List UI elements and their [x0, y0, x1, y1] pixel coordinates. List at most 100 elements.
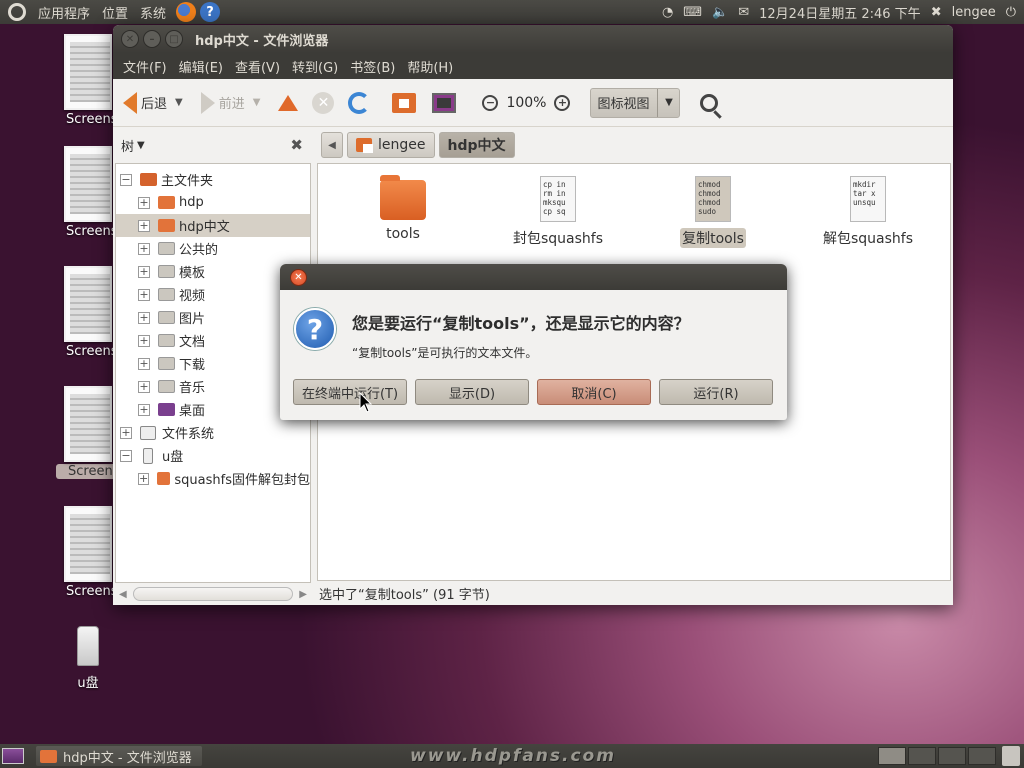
user-name[interactable]: lengee: [952, 5, 996, 20]
trash-icon[interactable]: [1002, 746, 1020, 766]
view-mode-value: 图标视图: [597, 97, 650, 112]
path-back-arrow-icon[interactable]: ◀: [321, 132, 343, 158]
run-button[interactable]: 运行(R): [659, 379, 773, 405]
scrollbar-thumb[interactable]: [132, 587, 294, 601]
workspace-switcher: [878, 747, 996, 765]
file-item-unpack-squashfs[interactable]: mkdir tar x unsqu 解包squashfs: [808, 172, 928, 248]
documents-folder-icon: [158, 334, 175, 347]
tree-item-filesystem[interactable]: + 文件系统: [116, 421, 310, 444]
collapse-icon[interactable]: −: [120, 449, 132, 462]
tree-item-home[interactable]: − 主文件夹: [116, 168, 310, 191]
display-button[interactable]: 显示(D): [415, 379, 529, 405]
collapse-icon[interactable]: −: [120, 173, 132, 186]
ubuntu-logo-icon[interactable]: [8, 3, 26, 21]
clock[interactable]: 12月24日星期五 2:46 下午: [759, 3, 921, 22]
back-button[interactable]: 后退: [123, 91, 167, 114]
tree-item-squashfs[interactable]: + squashfs固件解包封包: [116, 467, 310, 490]
cancel-button[interactable]: 取消(C): [537, 379, 651, 405]
workspace-3[interactable]: [938, 747, 966, 765]
file-item-pack-squashfs[interactable]: cp in rm in mksqu cp sq 封包squashfs: [498, 172, 618, 248]
tree-item-label: 桌面: [179, 404, 206, 419]
chevron-down-icon[interactable]: ▼: [137, 140, 145, 151]
menu-view[interactable]: 查看(V): [229, 57, 286, 76]
menu-go[interactable]: 转到(G): [286, 57, 344, 76]
applications-menu[interactable]: 应用程序: [32, 3, 96, 22]
file-item-copy-tools[interactable]: chmod chmod chmod sudo 复制tools: [653, 172, 773, 248]
zoom-out-icon[interactable]: −: [482, 94, 499, 111]
tree-item-public[interactable]: + 公共的: [116, 237, 310, 260]
dialog-titlebar[interactable]: ✕: [280, 264, 787, 290]
expand-icon[interactable]: +: [138, 242, 150, 255]
power-icon[interactable]: ⏻: [1006, 5, 1016, 20]
tree-item-hdp-chinese[interactable]: + hdp中文: [116, 214, 310, 237]
expand-icon[interactable]: +: [138, 196, 150, 209]
network-icon[interactable]: ◔: [662, 5, 673, 20]
menu-help[interactable]: 帮助(H): [401, 57, 459, 76]
sidebar-horizontal-scrollbar[interactable]: ◀ ▶: [113, 583, 313, 605]
volume-icon[interactable]: 🔈: [712, 5, 728, 20]
breadcrumb-home[interactable]: lengee: [347, 132, 435, 158]
public-folder-icon: [158, 242, 175, 255]
expand-icon[interactable]: +: [138, 219, 150, 232]
expand-icon[interactable]: +: [138, 403, 150, 416]
menu-bookmarks[interactable]: 书签(B): [344, 57, 401, 76]
close-icon[interactable]: ✕: [121, 30, 139, 48]
desktop-screenshot-icon[interactable]: Screens: [54, 34, 122, 127]
scroll-right-icon[interactable]: ▶: [299, 589, 307, 600]
scroll-left-icon[interactable]: ◀: [119, 589, 127, 600]
desktop-usb-drive[interactable]: u盘: [66, 626, 110, 691]
zoom-in-icon[interactable]: +: [554, 94, 571, 111]
menu-file[interactable]: 文件(F): [117, 57, 173, 76]
sidebar-type-select[interactable]: 树: [121, 136, 134, 155]
keyboard-icon[interactable]: ⌨: [683, 5, 702, 20]
up-arrow-icon[interactable]: [278, 94, 299, 111]
run-in-terminal-button[interactable]: 在终端中运行(T): [293, 379, 407, 405]
computer-icon[interactable]: [432, 92, 457, 113]
expand-icon[interactable]: +: [120, 426, 132, 439]
show-desktop-icon[interactable]: [2, 748, 24, 764]
reload-icon[interactable]: [348, 91, 371, 114]
tree-item-hdp[interactable]: + hdp: [116, 191, 310, 214]
minimize-icon[interactable]: –: [143, 30, 161, 48]
desktop-screenshot-icon[interactable]: Screens: [54, 266, 122, 359]
workspace-4[interactable]: [968, 747, 996, 765]
system-menu[interactable]: 系统: [134, 3, 172, 22]
search-icon[interactable]: [700, 93, 719, 112]
workspace-2[interactable]: [908, 747, 936, 765]
desktop-screenshot-icon[interactable]: Screens: [54, 506, 122, 599]
status-bar: 选中了“复制tools” (91 字节): [319, 587, 490, 603]
breadcrumb-current[interactable]: hdp中文: [438, 132, 515, 158]
expand-icon[interactable]: +: [138, 380, 150, 393]
view-mode-select[interactable]: 图标视图 ▼: [590, 87, 681, 118]
expand-icon[interactable]: +: [138, 288, 150, 301]
expand-icon[interactable]: +: [138, 265, 150, 278]
desktop-screenshot-icon[interactable]: Screens: [54, 146, 122, 239]
close-sidebar-icon[interactable]: ✖: [290, 136, 303, 154]
forward-button[interactable]: 前进: [200, 91, 245, 114]
desktop-screenshot-icon[interactable]: Screens: [54, 386, 122, 479]
expand-icon[interactable]: +: [138, 357, 150, 370]
places-menu[interactable]: 位置: [96, 3, 134, 22]
tree-item-label: squashfs固件解包封包: [174, 473, 310, 488]
workspace-1[interactable]: [878, 747, 906, 765]
expand-icon[interactable]: +: [138, 334, 150, 347]
stop-icon[interactable]: ✕: [312, 91, 335, 114]
taskbar-file-browser[interactable]: hdp中文 - 文件浏览器: [36, 746, 202, 766]
usb-drive-label: u盘: [77, 676, 99, 691]
back-history-dropdown[interactable]: ▼: [175, 97, 183, 108]
expand-icon[interactable]: +: [138, 311, 150, 324]
maximize-icon[interactable]: □: [165, 30, 183, 48]
home-folder-icon[interactable]: [392, 92, 417, 113]
firefox-icon[interactable]: [176, 2, 197, 22]
mail-icon[interactable]: ✉: [738, 5, 749, 20]
file-label: 解包squashfs: [822, 231, 914, 247]
window-titlebar[interactable]: ✕ – □ hdp中文 - 文件浏览器: [113, 25, 953, 53]
file-item-tools[interactable]: tools: [343, 172, 463, 242]
expand-icon[interactable]: +: [138, 472, 150, 485]
help-icon[interactable]: ?: [200, 2, 221, 22]
desktop-folder-icon: [158, 403, 175, 416]
menu-edit[interactable]: 编辑(E): [173, 57, 229, 76]
tree-item-usb[interactable]: − u盘: [116, 444, 310, 467]
close-icon[interactable]: ✕: [290, 268, 307, 286]
forward-history-dropdown[interactable]: ▼: [253, 97, 261, 108]
